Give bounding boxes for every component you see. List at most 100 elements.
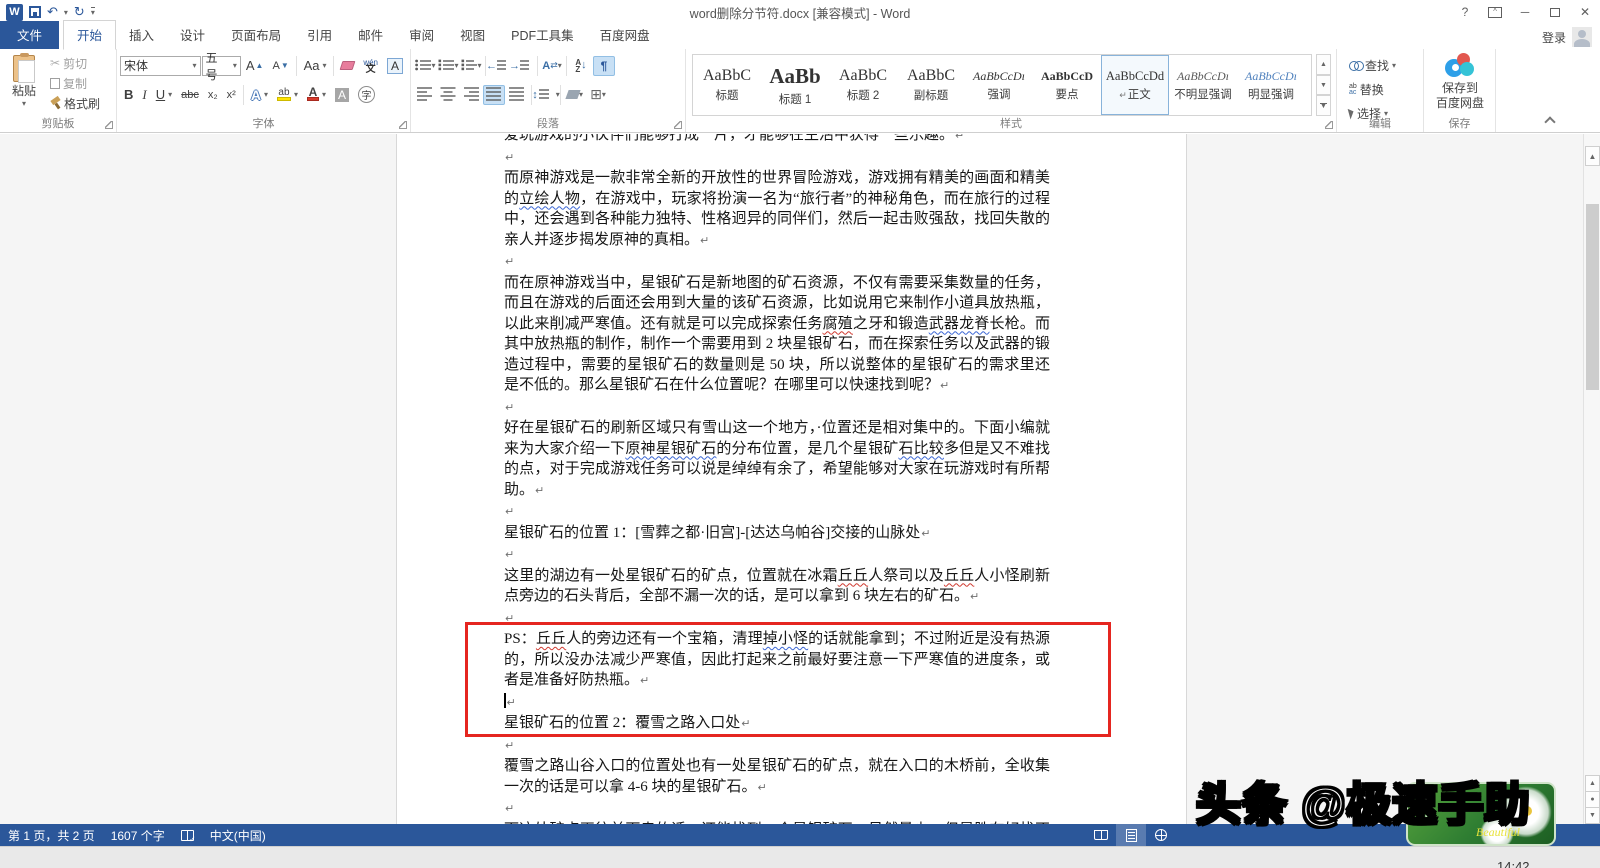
underline-button[interactable]: U ▾ — [152, 85, 176, 104]
justify-button[interactable] — [483, 84, 505, 105]
increase-indent-button[interactable]: → — [509, 56, 534, 76]
word-count[interactable]: 1607 个字 — [103, 827, 173, 844]
find-button[interactable]: 查找 ▾ — [1345, 55, 1400, 76]
scroll-up-button[interactable]: ▲ — [1585, 146, 1600, 166]
show-marks-button[interactable]: ¶ — [593, 55, 615, 76]
style-item-1[interactable]: AaBbC 标题 — [693, 55, 761, 115]
style-item-8[interactable]: AaBbCcDı 不明显强调 — [1169, 55, 1237, 115]
ribbon-tab-8[interactable]: 视图 — [447, 21, 498, 49]
save-icon[interactable] — [29, 6, 41, 18]
ribbon-tab-10[interactable]: 百度网盘 — [587, 21, 663, 49]
close-button[interactable]: ✕ — [1570, 1, 1600, 23]
font-name-combo[interactable]: 宋体 ▾ — [120, 55, 201, 76]
multilevel-list-button[interactable]: ▾ — [460, 56, 482, 76]
styles-more-button[interactable]: ▼ — [1316, 95, 1331, 117]
clear-formatting-button[interactable] — [337, 59, 358, 72]
numbering-button[interactable]: ▾ — [437, 56, 459, 76]
style-item-7[interactable]: AaBbCcDd ↵正文 — [1101, 55, 1169, 115]
ribbon-tab-3[interactable]: 设计 — [167, 21, 218, 49]
shrink-font-button[interactable]: A ▼ — [268, 58, 292, 74]
collapse-ribbon-icon[interactable] — [1544, 116, 1556, 128]
style-item-2[interactable]: AaBb 标题 1 — [761, 55, 829, 115]
styles-dialog-launcher[interactable] — [1325, 121, 1333, 129]
paste-button[interactable]: 粘贴 ▾ — [4, 53, 44, 115]
help-button[interactable]: ? — [1450, 1, 1480, 23]
style-item-6[interactable]: AaBbCcD 要点 — [1033, 55, 1101, 115]
minimize-button[interactable]: ─ — [1510, 1, 1540, 23]
paragraph-dialog-launcher[interactable] — [674, 121, 682, 129]
italic-button[interactable]: I — [138, 85, 150, 105]
subscript-button[interactable]: x₂ — [204, 87, 222, 103]
align-left-button[interactable] — [414, 85, 436, 105]
sign-in-area[interactable]: 登录 — [1542, 27, 1592, 47]
styles-scroll-up-button[interactable]: ▲ — [1316, 54, 1331, 75]
ribbon-tab-9[interactable]: PDF工具集 — [498, 21, 587, 49]
ribbon-tab-1[interactable]: 开始 — [63, 20, 117, 50]
document-page[interactable]: 爱玩游戏的小伙伴们能够打成一片，才能够在生活中获得一些乐趣。↵ ↵ 而原神游戏是一款… — [396, 134, 1187, 824]
clipboard-dialog-launcher[interactable] — [105, 121, 113, 129]
superscript-button[interactable]: x² — [223, 87, 240, 103]
enclose-characters-button[interactable]: 字 — [354, 84, 379, 105]
scroll-down-button[interactable]: ▲ — [1585, 775, 1600, 792]
save-to-baidu-button[interactable]: 保存到 百度网盘 — [1430, 53, 1490, 111]
text-effects-button[interactable]: A ▾ — [247, 85, 272, 105]
tab-file[interactable]: 文件 — [0, 21, 60, 49]
page-indicator[interactable]: 第 1 页，共 2 页 — [0, 827, 103, 844]
style-item-4[interactable]: AaBbC 副标题 — [897, 55, 965, 115]
distribute-button[interactable] — [506, 85, 528, 105]
bullets-button[interactable]: ▾ — [414, 56, 436, 76]
font-color-button[interactable]: A ▾ — [303, 86, 330, 103]
ribbon-tab-6[interactable]: 邮件 — [345, 21, 396, 49]
strikethrough-button[interactable]: abc — [177, 87, 203, 103]
font-size-combo[interactable]: 五号 ▾ — [201, 51, 241, 82]
ribbon-tab-7[interactable]: 审阅 — [396, 21, 447, 49]
paste-dropdown-icon[interactable]: ▾ — [22, 99, 26, 108]
read-mode-button[interactable] — [1086, 824, 1116, 846]
next-page-button[interactable]: ▼ — [1585, 807, 1600, 824]
cut-button[interactable]: ✂ 剪切 — [46, 53, 104, 73]
customize-qat-icon[interactable]: ▾ — [90, 7, 95, 17]
vertical-scrollbar[interactable]: ▲ ▲ ● ▼ — [1583, 134, 1600, 824]
proofing-status-icon[interactable] — [180, 829, 196, 844]
character-border-button[interactable]: A — [383, 56, 407, 76]
ribbon-tab-4[interactable]: 页面布局 — [218, 21, 294, 49]
sort-button[interactable]: A Z ↓ — [570, 56, 592, 76]
restore-button[interactable] — [1540, 1, 1570, 23]
copy-button[interactable]: 复制 — [46, 73, 104, 93]
phonetic-guide-button[interactable]: wén 文 — [359, 57, 382, 75]
sign-in-label[interactable]: 登录 — [1542, 29, 1566, 46]
format-painter-button[interactable]: 格式刷 — [46, 93, 104, 113]
line-spacing-button[interactable]: ↕ ▾ — [532, 85, 560, 105]
style-item-9[interactable]: AaBbCcDı 明显强调 — [1237, 55, 1305, 115]
previous-page-button[interactable]: ● — [1585, 791, 1600, 808]
ribbon-tab-5[interactable]: 引用 — [294, 21, 345, 49]
watermark-text: 头条 @极速手助 — [1195, 778, 1531, 831]
redo-icon[interactable]: ↻ — [74, 5, 85, 19]
font-dialog-launcher[interactable] — [399, 121, 407, 129]
replace-button[interactable]: ab ac 替换 — [1345, 79, 1400, 100]
ribbon-display-options-button[interactable]: ˄ — [1480, 1, 1510, 23]
bold-button[interactable]: B — [120, 85, 137, 104]
style-item-5[interactable]: AaBbCcDı 强调 — [965, 55, 1033, 115]
undo-dropdown-icon[interactable]: ▾ — [64, 8, 68, 17]
word-app-icon[interactable]: W — [6, 3, 23, 21]
character-shading-button[interactable]: A — [331, 86, 353, 104]
change-case-button[interactable]: Aa ▾ — [300, 56, 331, 75]
shading-button[interactable]: ▾ — [564, 85, 586, 105]
align-right-button[interactable] — [460, 85, 482, 105]
print-layout-button[interactable] — [1116, 824, 1146, 846]
style-item-3[interactable]: AaBbC 标题 2 — [829, 55, 897, 115]
web-layout-button[interactable] — [1146, 824, 1176, 846]
align-center-button[interactable] — [437, 85, 459, 105]
highlight-button[interactable]: ab ▾ — [273, 86, 302, 103]
language-indicator[interactable]: 中文(中国) — [202, 827, 274, 844]
ribbon-tab-2[interactable]: 插入 — [116, 21, 167, 49]
grow-font-button[interactable]: A ▲ — [242, 56, 268, 75]
decrease-indent-button[interactable]: ← — [486, 56, 511, 76]
borders-button[interactable]: ⊞ ▾ — [587, 85, 609, 105]
undo-icon[interactable]: ↶ — [47, 5, 58, 19]
user-avatar[interactable] — [1572, 27, 1592, 47]
styles-scroll-down-button[interactable]: ▼ — [1316, 74, 1331, 96]
asian-layout-button[interactable]: A ⇄ ▾ — [541, 56, 563, 76]
scrollbar-thumb[interactable] — [1586, 204, 1599, 390]
